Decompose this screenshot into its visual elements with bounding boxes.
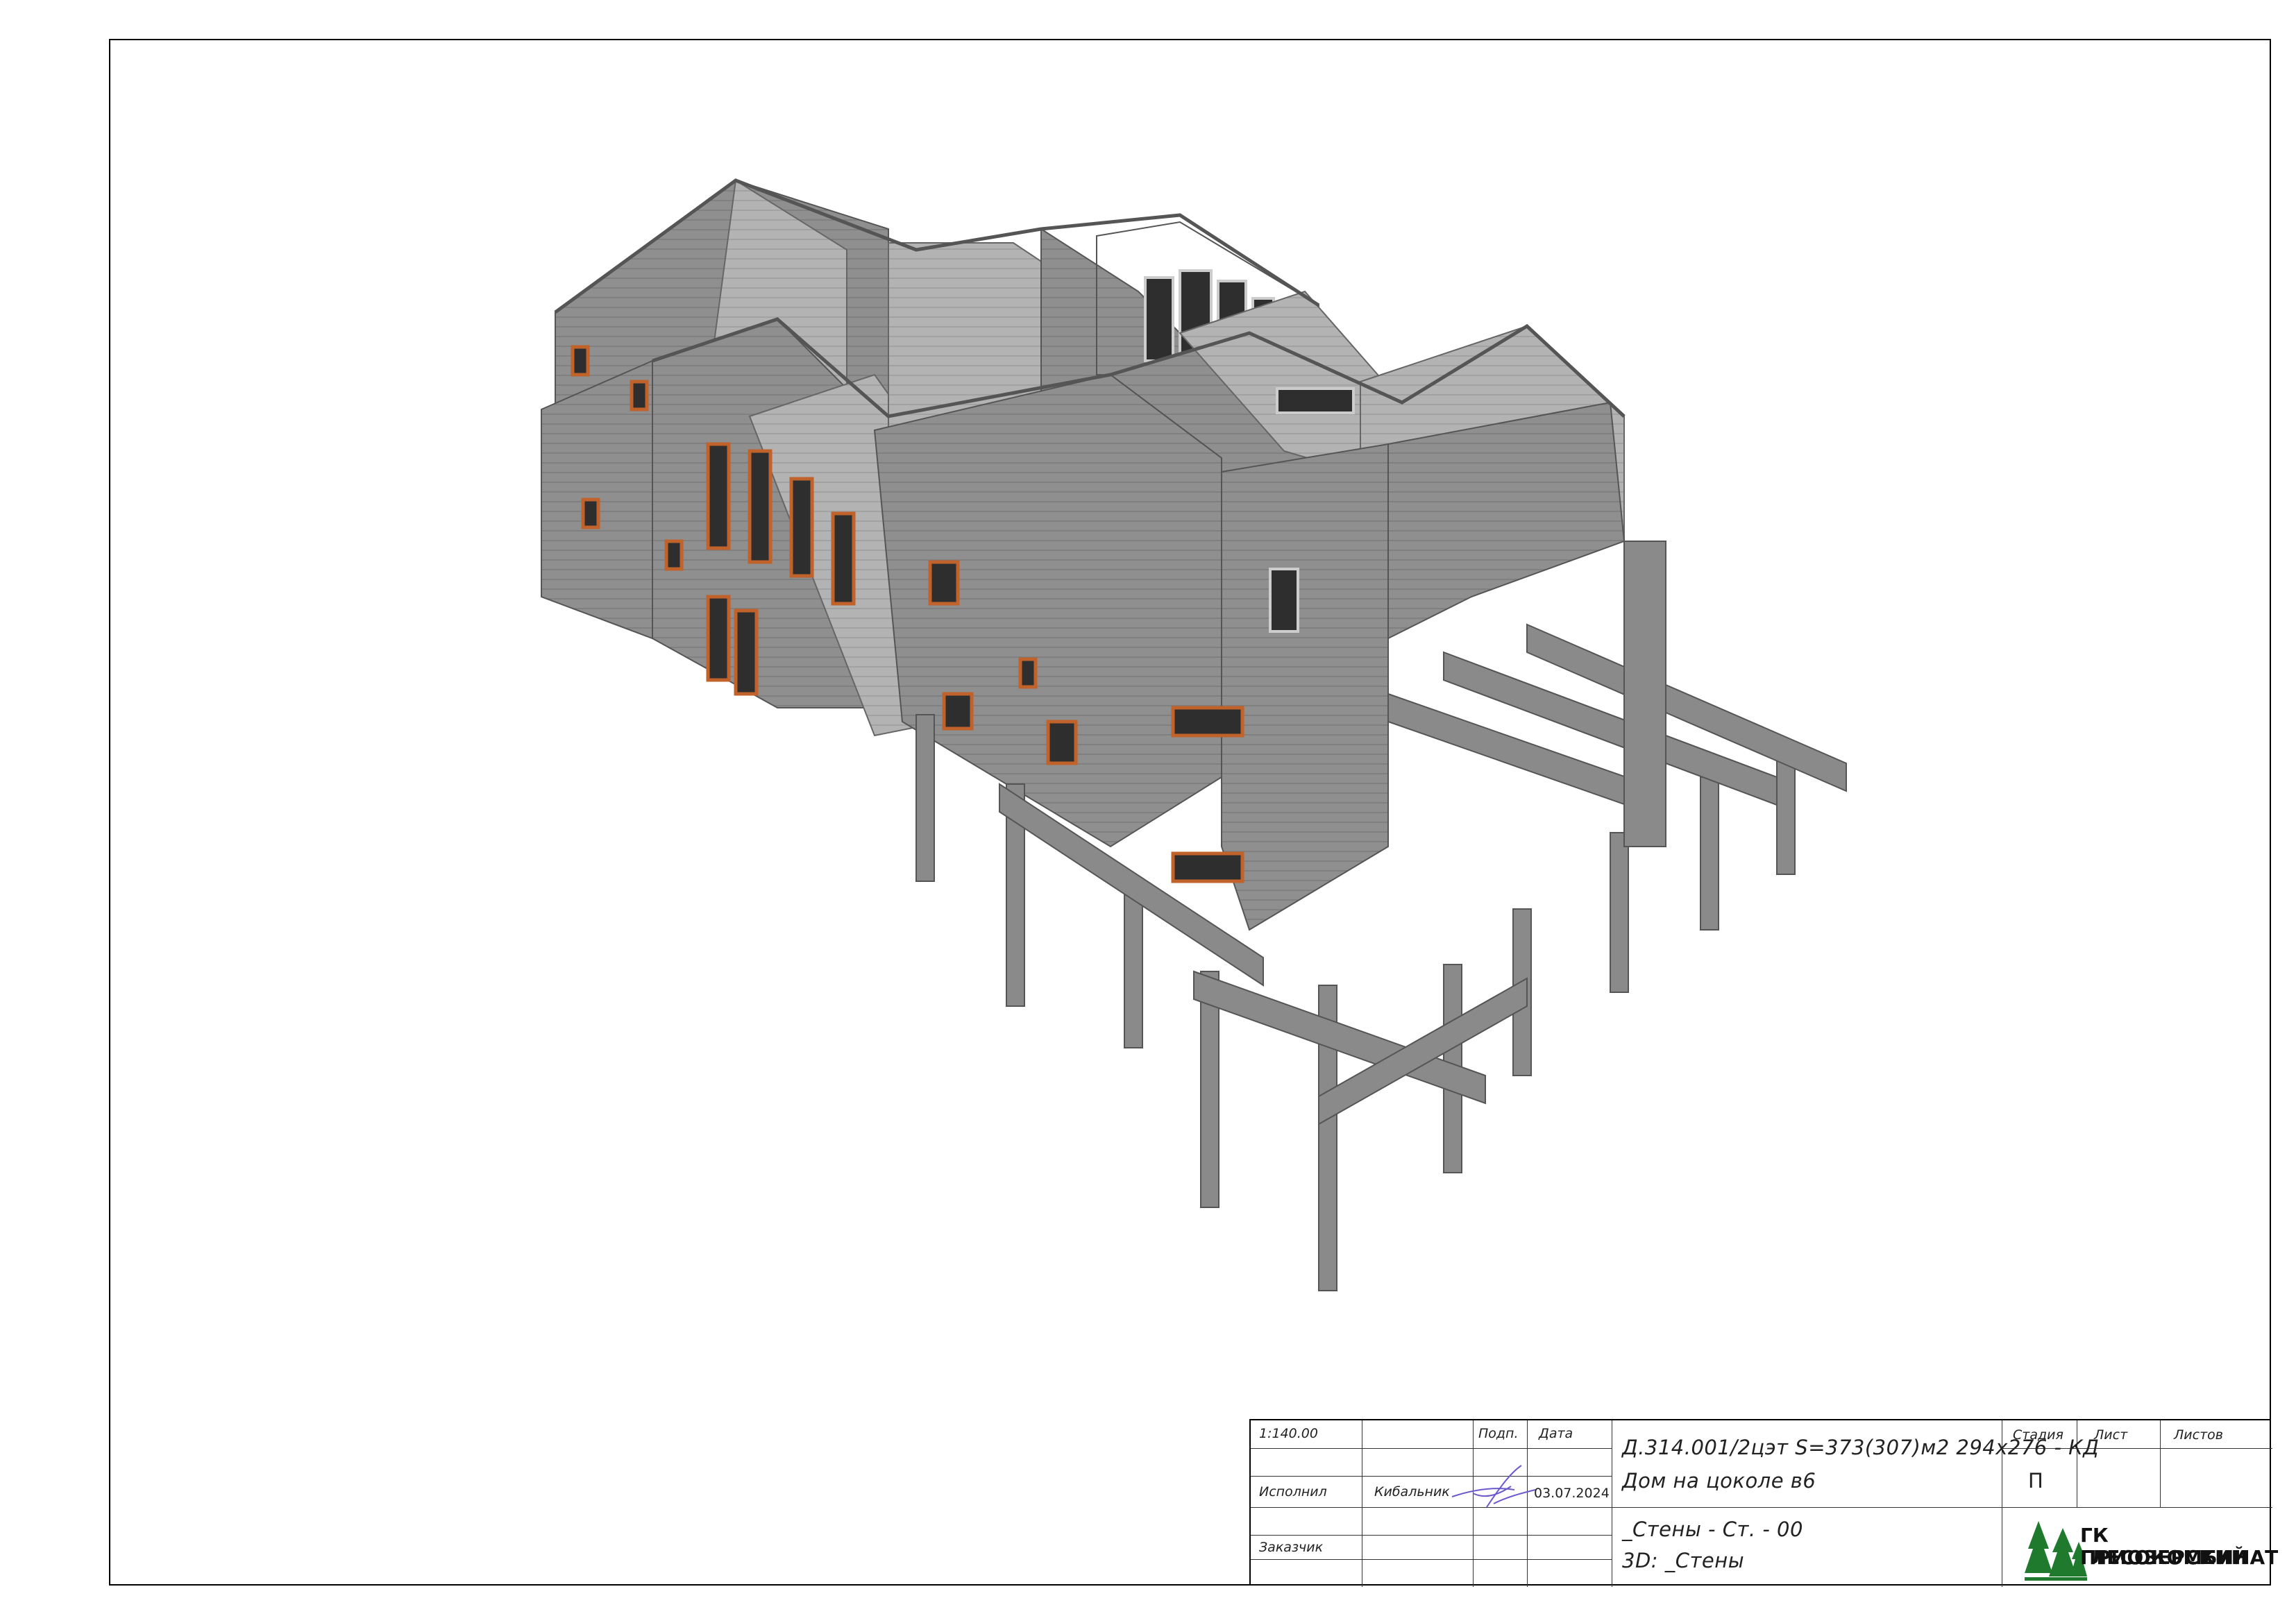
- performed-label: Исполнил: [1259, 1484, 1327, 1499]
- doc-title: Дом на цоколе в6: [1622, 1469, 1816, 1493]
- grid-line: [1251, 1507, 2272, 1508]
- sign-header: Подп.: [1478, 1426, 1519, 1441]
- grid-line: [1251, 1448, 1612, 1449]
- grid-line: [2160, 1420, 2161, 1507]
- customer-label: Заказчик: [1259, 1540, 1324, 1555]
- performer-name: Кибальник: [1374, 1484, 1450, 1499]
- grid-line: [1251, 1559, 1612, 1560]
- sheets-header: Листов: [2174, 1427, 2223, 1443]
- house-3d-model: [541, 178, 1847, 1291]
- grid-line: [1251, 1535, 1612, 1536]
- view-line-1: _Стены - Ст. - 00: [1622, 1518, 1803, 1541]
- stage-header: Стадия: [2013, 1427, 2063, 1443]
- view-line-2: 3D: _Стены: [1622, 1549, 1745, 1572]
- date-header: Дата: [1539, 1426, 1573, 1441]
- company-name-line-2: ЛЕСОКОМБИНАТ: [2091, 1546, 2279, 1569]
- spruce-trees-logo-icon: [2025, 1521, 2087, 1581]
- sheet-header: Лист: [2094, 1427, 2128, 1443]
- title-block: 1:140.00 Подп. Дата Исполнил Кибальник 0…: [1249, 1419, 2278, 1587]
- date-value: 03.07.2024: [1534, 1486, 1610, 1501]
- scale-text: 1:140.00: [1259, 1426, 1318, 1441]
- stage-value: П: [2028, 1469, 2044, 1493]
- grid-line: [1251, 1476, 1612, 1477]
